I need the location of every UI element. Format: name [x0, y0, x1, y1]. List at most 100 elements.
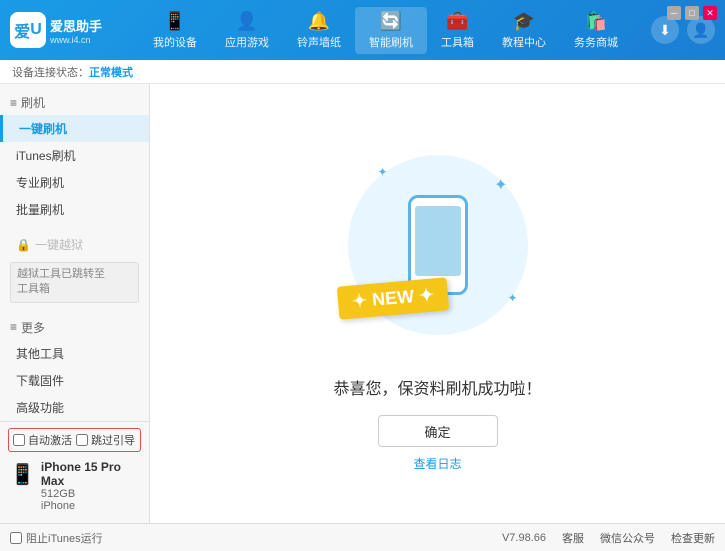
nav-app-games[interactable]: 👤 应用游戏 [211, 7, 283, 54]
device-details: iPhone 15 Pro Max 512GB iPhone [41, 460, 139, 512]
sidebar-item-jailbreak: 🔒 一键越狱 [0, 231, 149, 258]
check-update-link[interactable]: 检查更新 [671, 530, 715, 546]
sidebar-item-label: 专业刷机 [16, 174, 64, 191]
sidebar-item-one-key-flash[interactable]: 一键刷机 [0, 115, 149, 142]
window-controls: ─ □ ✕ [667, 6, 717, 20]
nav-ringtone[interactable]: 🔔 铃声墙纸 [283, 7, 355, 54]
sidebar-item-label: 下载固件 [16, 372, 64, 389]
download-button[interactable]: ⬇ [651, 16, 679, 44]
more-section-label: 更多 [21, 319, 45, 336]
nav-my-device[interactable]: 📱 我的设备 [139, 7, 211, 54]
success-message: 恭喜您，保资料刷机成功啦！ [333, 375, 541, 399]
connection-mode: 正常模式 [89, 64, 133, 80]
phone-screen [415, 206, 461, 276]
auto-guide-label: 跳过引导 [91, 432, 135, 448]
device-info: 📱 iPhone 15 Pro Max 512GB iPhone [8, 456, 141, 516]
lock-icon: 🔒 [16, 238, 31, 252]
auto-activate-input[interactable] [13, 434, 25, 446]
view-log-link[interactable]: 查看日志 [413, 455, 461, 472]
nav-app-games-label: 应用游戏 [225, 34, 269, 50]
warning-line2: 工具箱 [17, 283, 50, 295]
sidebar-item-download-firmware[interactable]: 下载固件 [0, 367, 149, 394]
connection-label: 设备连接状态： [12, 64, 89, 80]
sidebar-item-label: 高级功能 [16, 399, 64, 416]
sidebar-item-label: 批量刷机 [16, 201, 64, 218]
app-icon: 👤 [236, 11, 258, 32]
stop-itunes-label: 阻止iTunes运行 [26, 530, 103, 546]
toolbox-icon: 🧰 [446, 11, 468, 32]
sidebar-flash-section: ≡ 刷机 [0, 90, 149, 115]
app-header: 爱U 爱思助手 www.i4.cn 📱 我的设备 👤 应用游戏 🔔 铃声墙纸 🔄 [0, 0, 725, 60]
nav-ringtone-label: 铃声墙纸 [297, 34, 341, 50]
sidebar-item-itunes-flash[interactable]: iTunes刷机 [0, 142, 149, 169]
status-bar: 阻止iTunes运行 V7.98.66 客服 微信公众号 检查更新 [0, 523, 725, 551]
sparkle-icon-2: ✦ [378, 165, 388, 179]
header-right: ⬇ 👤 [651, 16, 715, 44]
nav-service[interactable]: 🛍️ 务务商城 [560, 7, 632, 54]
auto-activate-checkbox[interactable]: 自动激活 [13, 432, 72, 448]
status-bar-left: 阻止iTunes运行 [10, 530, 502, 546]
customer-service-link[interactable]: 客服 [562, 530, 584, 546]
sparkle-icon-3: ✦ [507, 291, 517, 305]
sidebar-item-label: 一键刷机 [19, 120, 67, 137]
new-badge: ✦ NEW ✦ [336, 277, 449, 319]
logo-text: 爱思助手 www.i4.cn [50, 16, 102, 45]
device-icon: 📱 [164, 11, 186, 32]
status-bar-right: V7.98.66 客服 微信公众号 检查更新 [502, 530, 715, 546]
success-illustration: ✦ ✦ ✦ ✦ NEW ✦ [328, 135, 548, 355]
logo: 爱U 爱思助手 www.i4.cn [10, 12, 120, 48]
device-storage: 512GB [41, 488, 139, 500]
nav-toolbox[interactable]: 🧰 工具箱 [427, 7, 488, 54]
connection-status-bar: 设备连接状态： 正常模式 [0, 60, 725, 84]
confirm-button[interactable]: 确定 [378, 415, 498, 447]
nav-tutorial-label: 教程中心 [502, 34, 546, 50]
phone-circle: ✦ ✦ ✦ ✦ NEW ✦ [348, 155, 528, 335]
nav-my-device-label: 我的设备 [153, 34, 197, 50]
nav-toolbox-label: 工具箱 [441, 34, 474, 50]
auto-activate-row: 自动激活 跳过引导 [8, 428, 141, 452]
sidebar-bottom: 自动激活 跳过引导 📱 iPhone 15 Pro Max 512GB iPho… [0, 421, 149, 522]
logo-icon: 爱U [10, 12, 46, 48]
auto-guide-checkbox[interactable]: 跳过引导 [76, 432, 135, 448]
sidebar-warning: 越狱工具已跳转至 工具箱 [10, 262, 139, 303]
auto-guide-input[interactable] [76, 434, 88, 446]
tutorial-icon: 🎓 [513, 11, 535, 32]
flash-section-icon: ≡ [10, 96, 17, 110]
ringtone-icon: 🔔 [308, 11, 330, 32]
nav-smart-flash[interactable]: 🔄 智能刷机 [355, 7, 427, 54]
logo-url: www.i4.cn [50, 35, 102, 45]
flash-section-label: 刷机 [21, 94, 45, 111]
sidebar-item-advanced[interactable]: 高级功能 [0, 394, 149, 421]
maximize-button[interactable]: □ [685, 6, 699, 20]
wechat-link[interactable]: 微信公众号 [600, 530, 655, 546]
sidebar: ≡ 刷机 一键刷机 iTunes刷机 专业刷机 批量刷机 🔒 一键越狱 越狱工具… [0, 84, 150, 523]
sparkle-icon-1: ✦ [494, 175, 507, 195]
sidebar-item-label: 其他工具 [16, 345, 64, 362]
sidebar-disabled-label: 一键越狱 [35, 236, 83, 253]
sidebar-item-label: iTunes刷机 [16, 147, 76, 164]
version-label: V7.98.66 [502, 532, 546, 544]
minimize-button[interactable]: ─ [667, 6, 681, 20]
warning-line1: 越狱工具已跳转至 [17, 268, 105, 280]
new-badge-text: ✦ [351, 290, 373, 312]
sidebar-more-section: ≡ 更多 [0, 315, 149, 340]
auto-activate-label: 自动激活 [28, 432, 72, 448]
close-button[interactable]: ✕ [703, 6, 717, 20]
flash-icon: 🔄 [380, 11, 402, 32]
nav-service-label: 务务商城 [574, 34, 618, 50]
sidebar-item-batch-flash[interactable]: 批量刷机 [0, 196, 149, 223]
sidebar-item-other-tools[interactable]: 其他工具 [0, 340, 149, 367]
nav-tutorial[interactable]: 🎓 教程中心 [488, 7, 560, 54]
stop-itunes-checkbox[interactable] [10, 532, 22, 544]
content-area: ✦ ✦ ✦ ✦ NEW ✦ 恭喜您，保资料刷机成功啦！ 确定 查看日志 [150, 84, 725, 523]
logo-name: 爱思助手 [50, 16, 102, 35]
nav-smart-flash-label: 智能刷机 [369, 34, 413, 50]
main-layout: ≡ 刷机 一键刷机 iTunes刷机 专业刷机 批量刷机 🔒 一键越狱 越狱工具… [0, 84, 725, 523]
more-section-icon: ≡ [10, 320, 17, 334]
device-name: iPhone 15 Pro Max [41, 460, 139, 488]
device-type: iPhone [41, 500, 139, 512]
user-button[interactable]: 👤 [687, 16, 715, 44]
service-icon: 🛍️ [585, 11, 607, 32]
device-phone-icon: 📱 [10, 462, 35, 487]
sidebar-item-pro-flash[interactable]: 专业刷机 [0, 169, 149, 196]
